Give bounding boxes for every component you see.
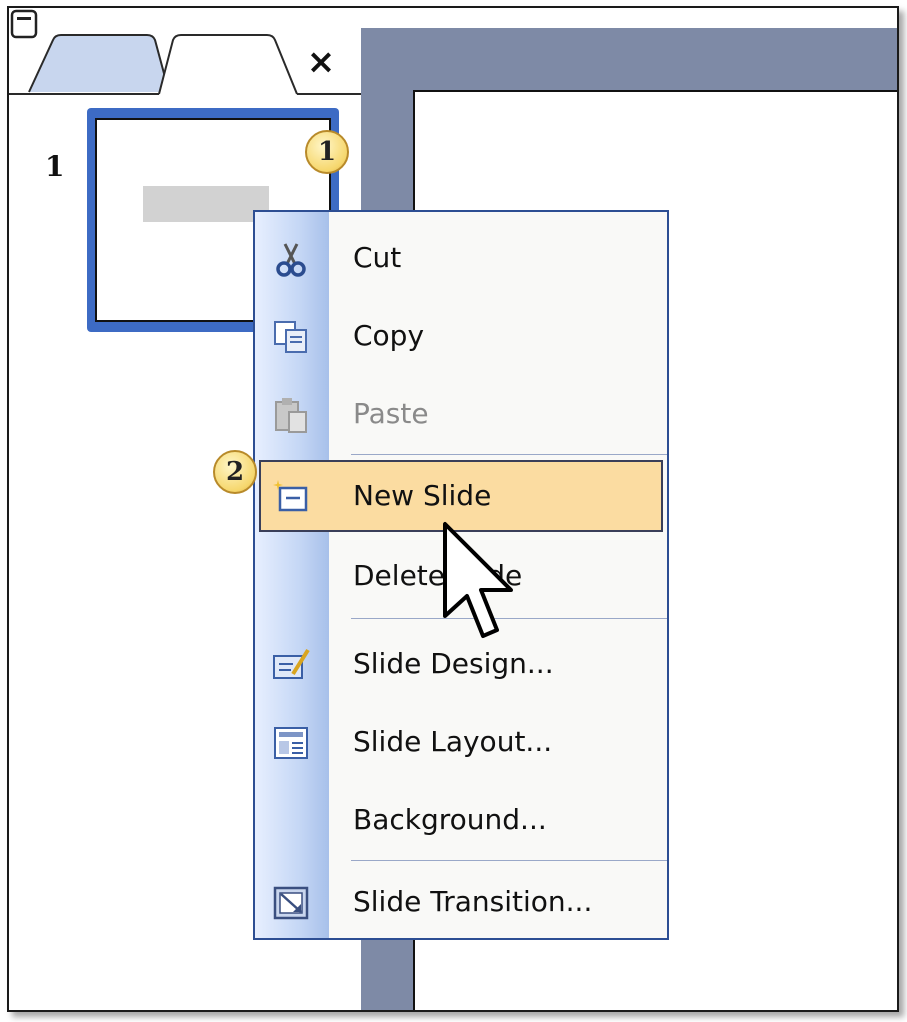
slide-transition-icon [273,886,309,920]
menu-item-label: Paste [353,397,429,430]
step-callout-1: 1 [305,130,349,174]
close-pane-button[interactable]: × [299,42,343,82]
tab-outline[interactable] [49,34,149,92]
scissors-icon [276,243,306,277]
new-slide-icon [273,480,308,512]
menu-separator [351,860,667,861]
copy-icon [274,321,307,353]
menu-item-label: Background... [353,803,547,836]
menu-item-label: Cut [353,241,402,274]
slide-design-icon [273,648,310,679]
menu-item-label: Slide Transition... [353,885,593,918]
step-callout-2: 2 [213,450,257,494]
menu-separator [351,454,667,455]
menu-item-paste[interactable]: Paste [255,376,667,452]
menu-item-slide-transition[interactable]: Slide Transition... [255,864,667,940]
menu-item-copy[interactable]: Copy [255,298,667,374]
app-window: × 1 1 Cut Copy Paste New Slide Delete Sl… [7,6,899,1012]
tab-slides[interactable] [157,34,277,94]
slide-layout-icon [274,727,308,759]
thumbnail-title-placeholder [143,186,269,222]
menu-item-slide-layout[interactable]: Slide Layout... [255,704,667,780]
paste-icon [275,398,307,433]
menu-item-background[interactable]: Background... [255,782,667,858]
mouse-pointer-icon [443,522,513,638]
menu-item-label: Copy [353,319,425,352]
slide-thumbnail-icon [10,9,38,39]
pane-tab-bar: × [9,8,361,96]
slide-number: 1 [45,150,65,183]
menu-item-cut[interactable]: Cut [255,220,667,296]
menu-item-label: Slide Layout... [353,725,553,758]
